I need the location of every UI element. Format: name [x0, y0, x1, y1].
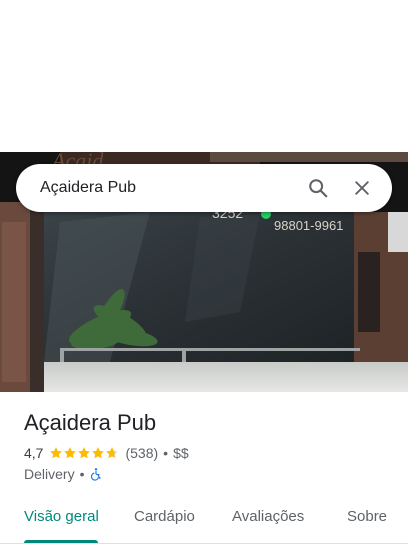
place-category: Delivery [24, 466, 75, 482]
top-blank-area [0, 0, 408, 152]
separator-dot: • [79, 466, 85, 482]
rating-row[interactable]: 4,7 (538) • $$ [24, 445, 189, 461]
place-title: Açaidera Pub [24, 410, 157, 435]
search-input[interactable]: Açaidera Pub [40, 179, 294, 197]
tab-reviews[interactable]: Avaliações [232, 508, 304, 525]
search-bar[interactable]: Açaidera Pub [16, 164, 392, 212]
review-count[interactable]: (538) [125, 445, 158, 461]
star-icon [64, 447, 77, 459]
tab-about[interactable]: Sobre [347, 508, 387, 525]
star-icon [78, 447, 91, 459]
search-icon [309, 179, 328, 198]
star-icon [92, 447, 105, 459]
star-icon [50, 447, 63, 459]
clear-search-button[interactable] [342, 168, 382, 208]
place-tabs: Visão geral Cardápio Avaliações Sobre [0, 496, 408, 544]
tab-overview[interactable]: Visão geral [24, 508, 99, 525]
close-icon [355, 181, 369, 195]
price-level: $$ [173, 445, 189, 461]
separator-dot: • [163, 445, 169, 461]
star-rating [49, 446, 119, 460]
search-button[interactable] [298, 168, 338, 208]
tab-menu[interactable]: Cardápio [134, 508, 195, 525]
category-row: Delivery • [24, 466, 103, 482]
wheelchair-icon [91, 468, 102, 481]
active-tab-indicator [24, 540, 98, 543]
sign-phone-2: 98801-9961 [274, 218, 343, 233]
half-star-icon [106, 447, 119, 459]
rating-value: 4,7 [24, 445, 44, 461]
